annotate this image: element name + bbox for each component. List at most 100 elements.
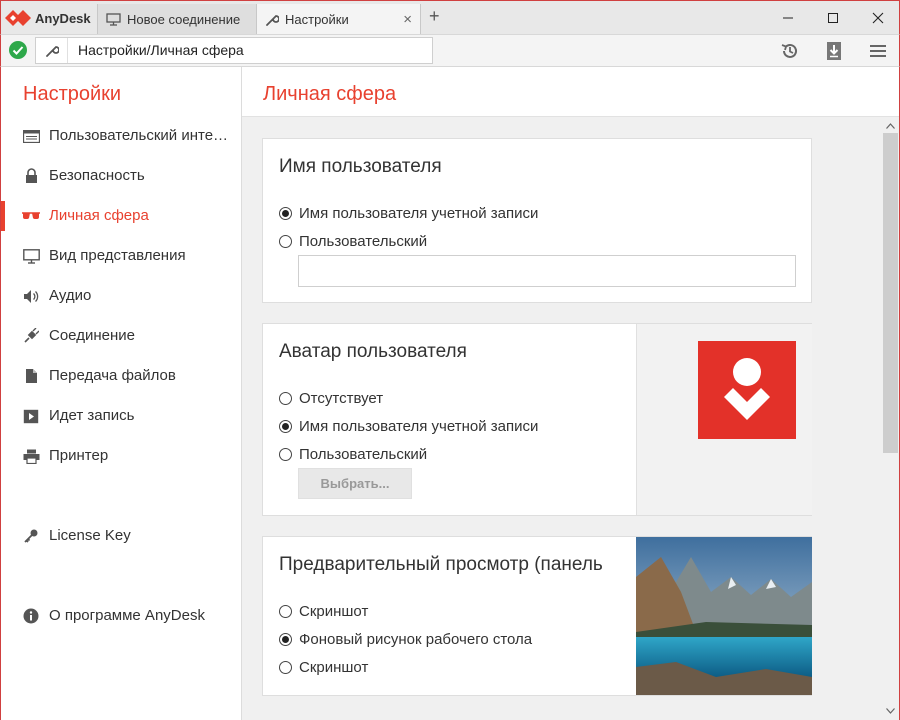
avatar-preview <box>636 324 812 515</box>
history-icon[interactable] <box>779 40 801 62</box>
settings-sidebar: Настройки Пользовательский интерфейс Без… <box>0 67 242 720</box>
radio-label: Скриншот <box>299 603 369 620</box>
radio-selected-icon <box>279 420 292 433</box>
anydesk-diamond-icon <box>5 10 31 26</box>
sidebar-item-privacy[interactable]: Личная сфера <box>1 201 242 231</box>
download-icon[interactable] <box>823 40 845 62</box>
sidebar-item-label: Соединение <box>49 327 135 344</box>
choose-avatar-button[interactable]: Выбрать... <box>298 468 412 499</box>
scrollbar-thumb[interactable] <box>883 133 898 453</box>
avatar-option-account[interactable]: Имя пользователя учетной записи <box>279 418 538 435</box>
avatar-card: Аватар пользователя Отсутствует Имя поль… <box>262 323 812 516</box>
tab-label: Настройки <box>285 12 349 27</box>
sidebar-item-license-key[interactable]: License Key <box>1 521 242 551</box>
monitor-icon <box>106 13 121 26</box>
minimize-button[interactable] <box>766 1 810 34</box>
maximize-button[interactable] <box>811 1 855 34</box>
sidebar-item-label: License Key <box>49 527 131 544</box>
file-icon <box>22 368 40 384</box>
sidebar-item-label: Аудио <box>49 287 92 304</box>
sidebar-item-file-transfer[interactable]: Передача файлов <box>1 361 242 391</box>
wrench-icon <box>266 14 279 26</box>
sidebar-item-display[interactable]: Вид представления <box>1 241 242 271</box>
radio-label: Пользовательский <box>299 233 428 250</box>
radio-selected-icon <box>279 633 292 646</box>
preview-card: Предварительный просмотр (панель Скриншо… <box>262 536 812 696</box>
avatar-option-none[interactable]: Отсутствует <box>279 390 383 407</box>
key-icon <box>22 528 40 544</box>
speaker-icon <box>22 288 40 304</box>
settings-content: Личная сфера Имя пользователя Имя пользо… <box>242 67 900 720</box>
preview-option-wallpaper[interactable]: Фоновый рисунок рабочего стола <box>279 631 532 648</box>
card-title: Имя пользователя <box>279 156 442 177</box>
avatar-option-custom[interactable]: Пользовательский <box>279 446 427 463</box>
sidebar-item-user-interface[interactable]: Пользовательский интерфейс <box>1 121 242 151</box>
brand-name: AnyDesk <box>35 10 91 26</box>
glasses-icon <box>22 208 40 224</box>
radio-selected-icon <box>279 207 292 220</box>
address-field[interactable] <box>35 37 433 64</box>
play-icon <box>22 408 40 424</box>
scroll-down-icon[interactable] <box>882 704 899 718</box>
sidebar-item-printer[interactable]: Принтер <box>1 441 242 471</box>
sidebar-item-label: Передача файлов <box>49 367 176 384</box>
monitor-icon <box>22 248 40 264</box>
printer-icon <box>22 448 40 464</box>
content-header: Личная сфера <box>242 67 899 117</box>
sidebar-item-recording[interactable]: Идет запись <box>1 401 242 431</box>
radio-icon <box>279 605 292 618</box>
radio-label: Скриншот <box>299 659 369 676</box>
minimize-icon <box>783 17 793 18</box>
radio-label: Отсутствует <box>299 390 384 407</box>
radio-label: Имя пользователя учетной записи <box>299 418 539 435</box>
sidebar-item-connection[interactable]: Соединение <box>1 321 242 351</box>
new-tab-button[interactable]: + <box>429 6 440 27</box>
address-input[interactable] <box>78 42 418 58</box>
wallpaper-preview-image <box>636 537 812 695</box>
tab-settings[interactable]: Настройки × <box>257 4 421 35</box>
anydesk-logo: AnyDesk <box>5 7 91 29</box>
preview-option-screenshot[interactable]: Скриншот <box>279 603 368 620</box>
radio-label: Имя пользователя учетной записи <box>299 205 539 222</box>
sidebar-item-audio[interactable]: Аудио <box>1 281 242 311</box>
sidebar-item-security[interactable]: Безопасность <box>1 161 242 191</box>
info-icon <box>22 608 40 624</box>
radio-icon <box>279 661 292 674</box>
tab-label: Новое соединение <box>127 12 241 27</box>
sidebar-item-label: Личная сфера <box>49 207 149 224</box>
custom-username-input[interactable] <box>298 255 796 287</box>
sidebar-item-label: Принтер <box>49 447 109 464</box>
close-tab-icon[interactable]: × <box>403 11 412 28</box>
window-icon <box>22 128 40 144</box>
scroll-up-icon[interactable] <box>882 119 899 133</box>
sidebar-item-label: Вид представления <box>49 247 186 264</box>
preview-option-screenshot-2[interactable]: Скриншот <box>279 659 368 676</box>
radio-label: Пользовательский <box>299 446 428 463</box>
sidebar-item-about[interactable]: О программе AnyDesk <box>1 601 242 631</box>
tab-new-connection[interactable]: Новое соединение <box>97 4 257 35</box>
card-title: Предварительный просмотр (панель <box>279 554 603 575</box>
title-bar: AnyDesk Новое соединение Настройки × + <box>0 0 900 35</box>
username-card: Имя пользователя Имя пользователя учетно… <box>262 138 812 303</box>
plug-icon <box>22 328 40 344</box>
maximize-icon <box>828 12 838 23</box>
user-avatar-icon <box>724 358 770 420</box>
close-window-button[interactable] <box>856 1 900 34</box>
radio-icon <box>279 235 292 248</box>
lock-icon <box>22 168 40 184</box>
username-option-account[interactable]: Имя пользователя учетной записи <box>279 205 538 222</box>
card-title: Аватар пользователя <box>279 341 467 362</box>
sidebar-item-label: Идет запись <box>49 407 135 424</box>
menu-icon[interactable] <box>867 40 889 62</box>
radio-label: Фоновый рисунок рабочего стола <box>299 631 533 648</box>
sidebar-title: Настройки <box>23 83 122 105</box>
radio-icon <box>279 448 292 461</box>
content-scrollbar[interactable] <box>882 117 899 720</box>
wrench-icon <box>36 38 68 63</box>
address-bar <box>0 34 900 67</box>
username-option-custom[interactable]: Пользовательский <box>279 233 427 250</box>
radio-icon <box>279 392 292 405</box>
page-title: Личная сфера <box>263 83 397 105</box>
sidebar-item-label: О программе AnyDesk <box>49 607 205 624</box>
check-circle-icon <box>9 41 27 59</box>
